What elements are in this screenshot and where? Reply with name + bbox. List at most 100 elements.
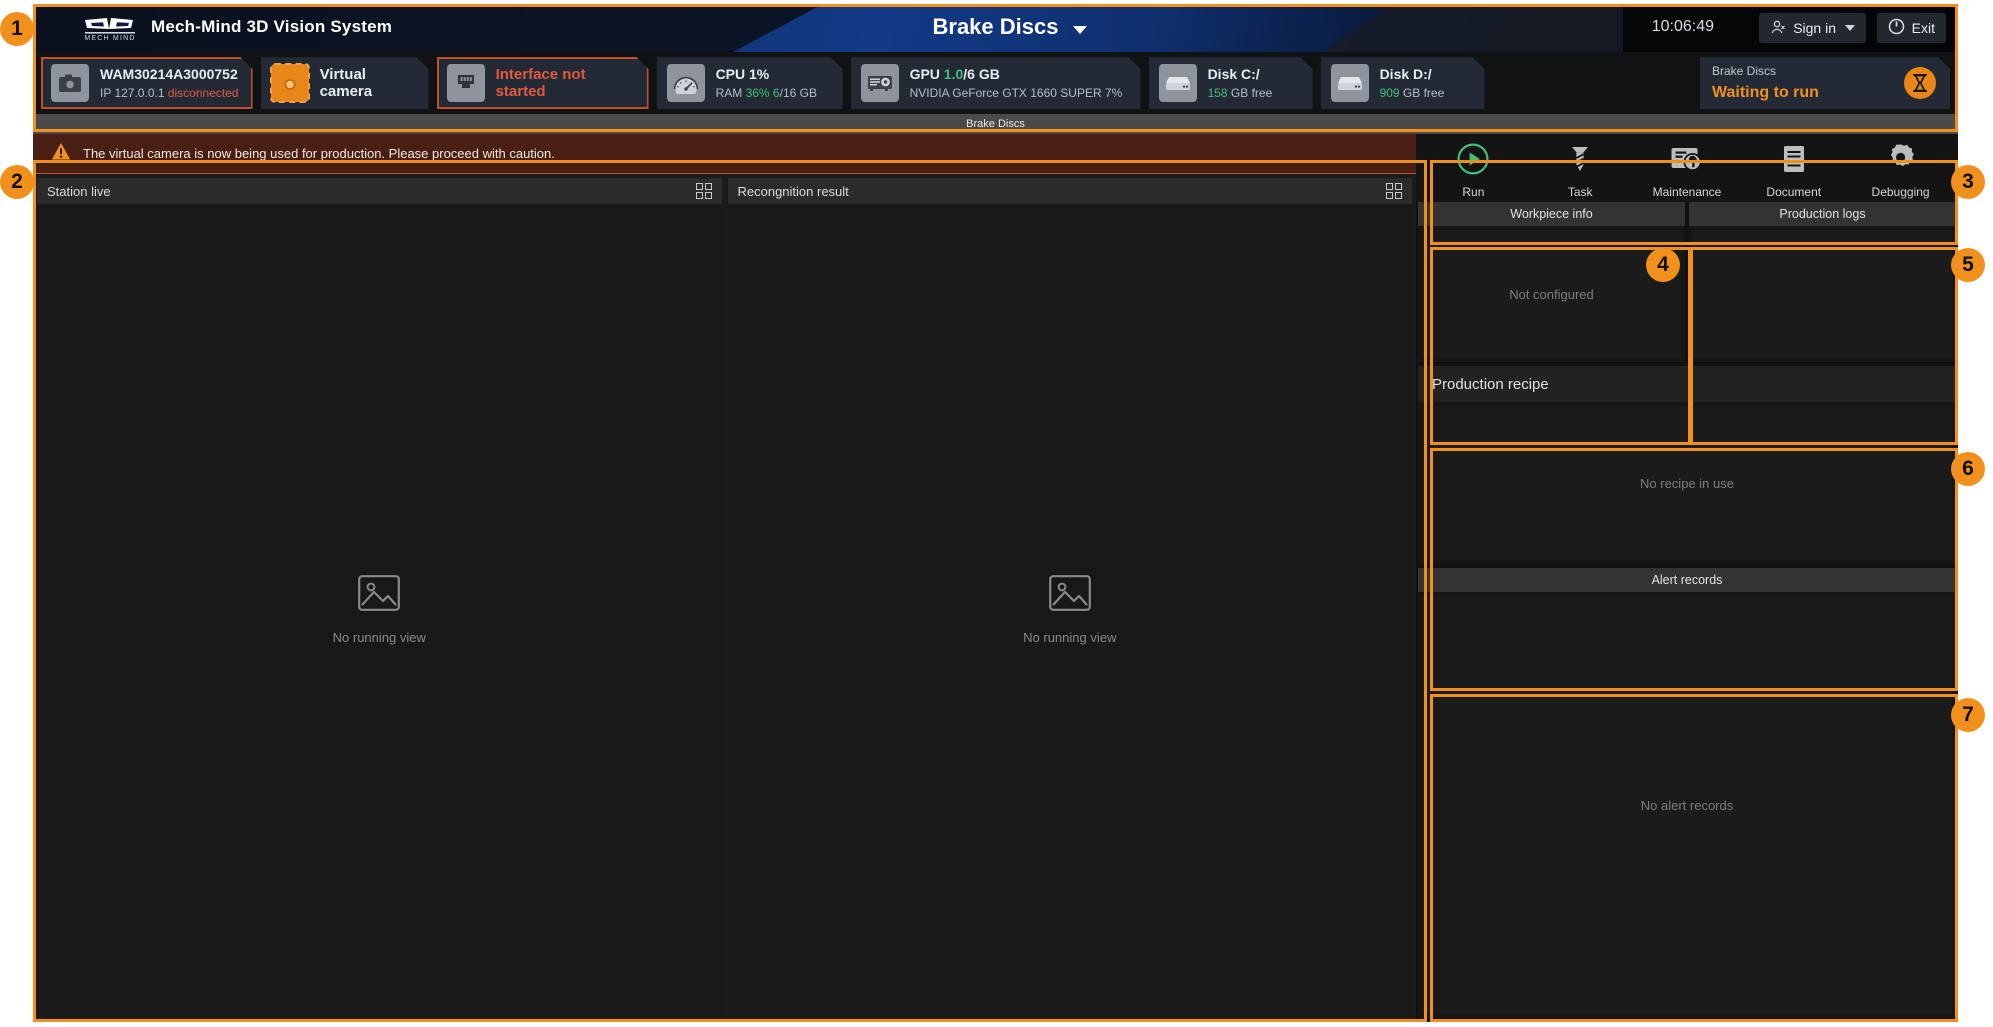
document-icon (1777, 142, 1811, 181)
ethernet-icon (447, 64, 485, 102)
right-column: Run Task Maintenance Document Debugging … (1416, 134, 1958, 1022)
viewport-header: Recongnition result (727, 178, 1412, 204)
project-tab-strip[interactable]: Brake Discs (33, 114, 1958, 134)
ram-usage: RAM 36% 6/16 GB (715, 86, 817, 100)
panel-empty-text: Not configured (1509, 286, 1594, 302)
title-bar: MECH MIND Mech-Mind 3D Vision System Bra… (33, 4, 1958, 52)
camera-serial: WAM30214A3000752 (100, 66, 238, 82)
panel-header: Workpiece info (1418, 202, 1685, 226)
gpu-model: NVIDIA GeForce GTX 1660 SUPER 7% (909, 86, 1123, 100)
panel-header: Alert records (1418, 568, 1956, 592)
callout-4: 4 (1646, 248, 1680, 282)
gpu-memory: GPU 1.0/6 GB (909, 66, 1000, 82)
toolbar-item-task[interactable]: Task (1530, 142, 1630, 199)
camera-ip-status: IP 127.0.0.1 disconnected (100, 86, 239, 100)
panel-body-workpiece-info[interactable]: Not configured (1422, 230, 1681, 358)
status-card-disk-d[interactable]: Disk D:/ 909 GB free (1321, 57, 1485, 109)
panel-title-workpiece-info: Workpiece info (1510, 207, 1593, 221)
cpu-usage: CPU 1% (715, 66, 770, 82)
disk-d-label: Disk D:/ (1379, 66, 1432, 82)
panel-empty-text: No alert records (1640, 797, 1734, 813)
panel-alert-records: Alert records No alert records (1418, 568, 1956, 1018)
warning-banner: The virtual camera is now being used for… (33, 134, 1416, 174)
maintenance-wrench-icon (1670, 142, 1704, 181)
project-dropdown-caret-icon[interactable] (1073, 26, 1087, 34)
disk-icon (1159, 64, 1197, 102)
application-window: MECH MIND Mech-Mind 3D Vision System Bra… (33, 4, 1958, 1022)
viewport-header: Station live (37, 178, 722, 204)
disk-c-free: 158 GB free (1207, 86, 1273, 100)
panel-title-production-logs: Production logs (1779, 207, 1866, 221)
toolbar-label-run: Run (1462, 184, 1485, 199)
status-card-interface[interactable]: Interface not started (437, 57, 649, 109)
image-placeholder-icon (1048, 575, 1091, 616)
warning-triangle-icon (51, 142, 71, 166)
virtual-camera-icon (271, 64, 309, 102)
exit-label: Exit (1911, 20, 1935, 36)
warning-message: The virtual camera is now being used for… (83, 146, 555, 161)
status-card-disk-c[interactable]: Disk C:/ 158 GB free (1149, 57, 1313, 109)
run-state-project: Brake Discs (1712, 64, 1777, 78)
left-column: The virtual camera is now being used for… (33, 134, 1416, 1022)
grid-layout-icon[interactable] (1386, 183, 1402, 199)
power-icon (1888, 18, 1905, 38)
panel-header: Production logs (1689, 202, 1956, 226)
disk-d-free: 909 GB free (1379, 86, 1445, 100)
viewport-title-recognition-result: Recongnition result (737, 183, 849, 199)
camera-icon (51, 64, 89, 102)
viewport-body[interactable]: No running view (37, 204, 722, 1016)
viewport-title-station-live: Station live (47, 183, 111, 199)
virtual-camera-label: Virtual camera (319, 66, 373, 100)
hourglass-icon (1904, 67, 1936, 99)
toolbar-item-maintenance[interactable]: Maintenance (1637, 142, 1737, 199)
toolbar-label-task: Task (1567, 184, 1593, 199)
sign-in-label: Sign in (1793, 20, 1836, 36)
viewport-body[interactable]: No running view (727, 204, 1412, 1016)
viewport-container: Station live No running view Recongnitio… (33, 174, 1416, 1022)
status-card-gpu[interactable]: GPU 1.0/6 GB NVIDIA GeForce GTX 1660 SUP… (851, 57, 1141, 109)
viewport-empty-text: No running view (1023, 630, 1117, 645)
screenshot-root: MECH MIND Mech-Mind 3D Vision System Bra… (0, 0, 1993, 1027)
callout-6: 6 (1951, 452, 1985, 486)
toolbar-item-run[interactable]: Run (1423, 142, 1523, 199)
screw-icon (1563, 142, 1597, 181)
status-card-camera-real[interactable]: WAM30214A3000752 IP 127.0.0.1 disconnect… (41, 57, 253, 109)
status-card-cpu[interactable]: CPU 1% RAM 36% 6/16 GB (657, 57, 843, 109)
toolbar-item-debugging[interactable]: Debugging (1851, 142, 1951, 199)
toolbar-label-debugging: Debugging (1871, 184, 1930, 199)
panel-title-production-recipe: Production recipe (1432, 375, 1549, 393)
status-bar: WAM30214A3000752 IP 127.0.0.1 disconnect… (33, 52, 1958, 114)
toolbar-label-document: Document (1766, 184, 1822, 199)
gpu-card-icon (861, 64, 899, 102)
panel-body-production-logs[interactable] (1693, 230, 1952, 358)
panel-body-production-recipe[interactable]: No recipe in use (1422, 406, 1952, 560)
gear-icon (1884, 142, 1918, 181)
grid-layout-icon[interactable] (695, 183, 712, 199)
disk-c-label: Disk C:/ (1207, 66, 1260, 82)
toolbar-label-maintenance: Maintenance (1652, 184, 1722, 199)
exit-button[interactable]: Exit (1876, 13, 1946, 43)
viewport-empty-text: No running view (332, 630, 426, 645)
play-circle-icon (1456, 142, 1490, 181)
run-state-card[interactable]: Brake Discs Waiting to run (1700, 57, 1950, 109)
status-badge: Waiting to run (1712, 84, 1819, 101)
panel-production-recipe: Production recipe No recipe in use (1418, 366, 1956, 564)
toolbar-item-document[interactable]: Document (1744, 142, 1844, 199)
panel-empty-text: No recipe in use (1640, 475, 1734, 491)
sign-in-button[interactable]: Sign in (1759, 13, 1866, 43)
panel-header: Production recipe (1418, 366, 1956, 402)
interface-status-label: Interface not started (495, 66, 586, 100)
callout-7: 7 (1951, 698, 1985, 732)
action-toolbar: Run Task Maintenance Document Debugging (1416, 134, 1958, 202)
viewport-recognition-result: Recongnition result No running view (727, 178, 1412, 1016)
info-panel-row: Workpiece info Not configured Production… (1416, 202, 1958, 362)
panel-body-alert-records[interactable]: No alert records (1422, 596, 1952, 1014)
image-placeholder-icon (358, 575, 401, 616)
chevron-down-icon (1845, 25, 1855, 31)
viewport-station-live: Station live No running view (37, 178, 722, 1016)
callout-5: 5 (1951, 248, 1985, 282)
status-card-virtual-camera[interactable]: Virtual camera (261, 57, 429, 109)
tab-brake-discs[interactable]: Brake Discs (966, 118, 1025, 130)
gauge-icon (667, 64, 705, 102)
panel-workpiece-info: Workpiece info Not configured (1418, 202, 1685, 362)
